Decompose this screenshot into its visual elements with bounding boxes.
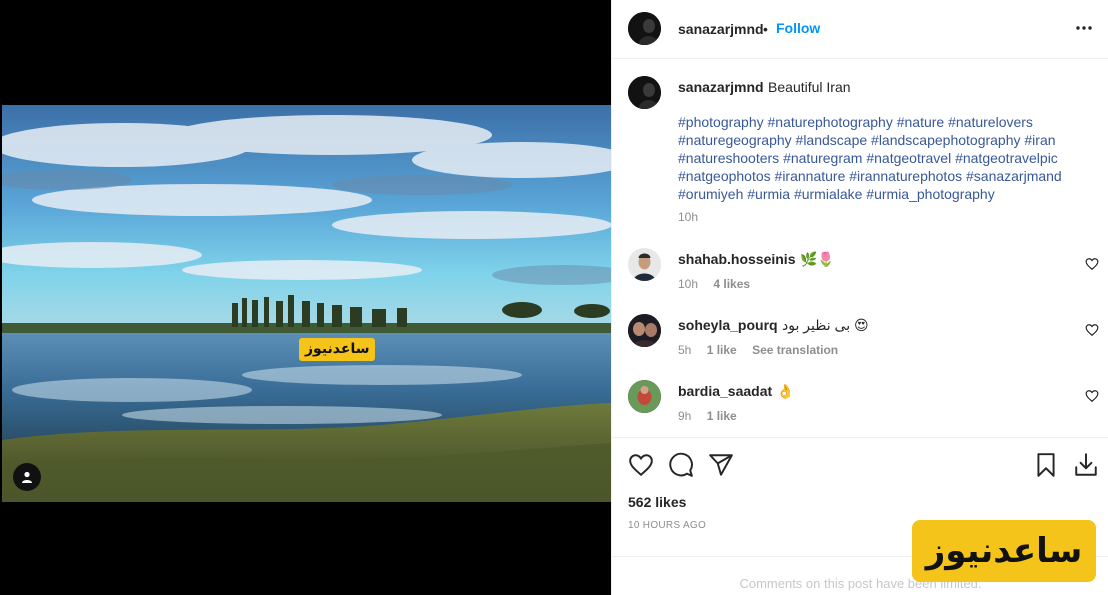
commenter-avatar[interactable] bbox=[628, 248, 661, 281]
share-icon[interactable] bbox=[708, 452, 734, 478]
comment-item: shahab.hosseinis 🌿🌷 10h 4 likes bbox=[612, 248, 1108, 308]
lake-landscape-image bbox=[2, 105, 611, 502]
caption-username[interactable]: sanazarjmnd bbox=[678, 79, 764, 95]
user-icon bbox=[22, 471, 32, 483]
post-header: sanazarjmnd • Follow bbox=[612, 0, 1108, 59]
avatar-image bbox=[628, 76, 661, 109]
comment-likes[interactable]: 1 like bbox=[707, 343, 737, 357]
comment-meta: 5h 1 like See translation bbox=[678, 343, 838, 357]
comment-text: بی نظیر بود 😍 bbox=[782, 317, 869, 333]
heart-icon[interactable] bbox=[1085, 389, 1099, 403]
avatar-image bbox=[628, 12, 661, 45]
post-media-panel: ساعدنیوز bbox=[0, 0, 611, 595]
tagged-users-button[interactable] bbox=[13, 463, 41, 491]
post-photo[interactable] bbox=[2, 105, 611, 502]
author-username[interactable]: sanazarjmnd bbox=[678, 21, 764, 37]
more-options-icon[interactable] bbox=[1074, 18, 1094, 38]
comment-text: 👌 bbox=[776, 383, 795, 399]
watermark-small: ساعدنیوز bbox=[299, 338, 376, 361]
caption-line: sanazarjmnd Beautiful Iran bbox=[678, 79, 1088, 97]
follow-button[interactable]: Follow bbox=[776, 20, 820, 36]
caption-avatar[interactable] bbox=[628, 76, 661, 109]
heart-icon[interactable] bbox=[1085, 323, 1099, 337]
avatar-image bbox=[628, 248, 661, 281]
commenter-avatar[interactable] bbox=[628, 314, 661, 347]
caption-hashtags[interactable]: #photography #naturephotography #nature … bbox=[678, 113, 1078, 203]
likes-count[interactable]: 562 likes bbox=[628, 494, 686, 510]
comment-time[interactable]: 10h bbox=[678, 277, 698, 291]
comment-time[interactable]: 9h bbox=[678, 409, 691, 423]
see-translation-link[interactable]: See translation bbox=[752, 343, 838, 357]
comment-item: bardia_saadat 👌 9h 1 like bbox=[612, 380, 1108, 440]
comment-time[interactable]: 5h bbox=[678, 343, 691, 357]
comment-text: 🌿🌷 bbox=[799, 251, 835, 267]
comment-username[interactable]: soheyla_pourq bbox=[678, 317, 778, 333]
comment-meta: 9h 1 like bbox=[678, 409, 737, 423]
comment-meta: 10h 4 likes bbox=[678, 277, 750, 291]
post-timestamp[interactable]: 10 HOURS AGO bbox=[628, 520, 706, 531]
heart-icon[interactable] bbox=[1085, 257, 1099, 271]
comment-item: soheyla_pourq بی نظیر بود 😍 5h 1 like Se… bbox=[612, 314, 1108, 374]
avatar-image bbox=[628, 314, 661, 347]
comment-likes[interactable]: 4 likes bbox=[713, 277, 750, 291]
bookmark-icon[interactable] bbox=[1033, 452, 1059, 478]
comment-username[interactable]: bardia_saadat bbox=[678, 383, 772, 399]
comment-username[interactable]: shahab.hosseinis bbox=[678, 251, 795, 267]
avatar-image bbox=[628, 380, 661, 413]
comment-icon[interactable] bbox=[668, 452, 694, 478]
heart-icon[interactable] bbox=[628, 452, 654, 478]
caption-text: Beautiful Iran bbox=[768, 79, 851, 95]
watermark-large: ساعدنیوز bbox=[912, 520, 1096, 582]
separator-dot: • bbox=[763, 21, 768, 37]
author-avatar[interactable] bbox=[628, 12, 661, 45]
download-icon[interactable] bbox=[1073, 452, 1099, 478]
commenter-avatar[interactable] bbox=[628, 380, 661, 413]
comment-likes[interactable]: 1 like bbox=[707, 409, 737, 423]
comments-section[interactable]: sanazarjmnd Beautiful Iran #photography … bbox=[612, 59, 1108, 438]
caption-time[interactable]: 10h bbox=[678, 210, 698, 224]
post-details-panel: sanazarjmnd • Follow sanazarjmnd Beautif… bbox=[611, 0, 1108, 595]
